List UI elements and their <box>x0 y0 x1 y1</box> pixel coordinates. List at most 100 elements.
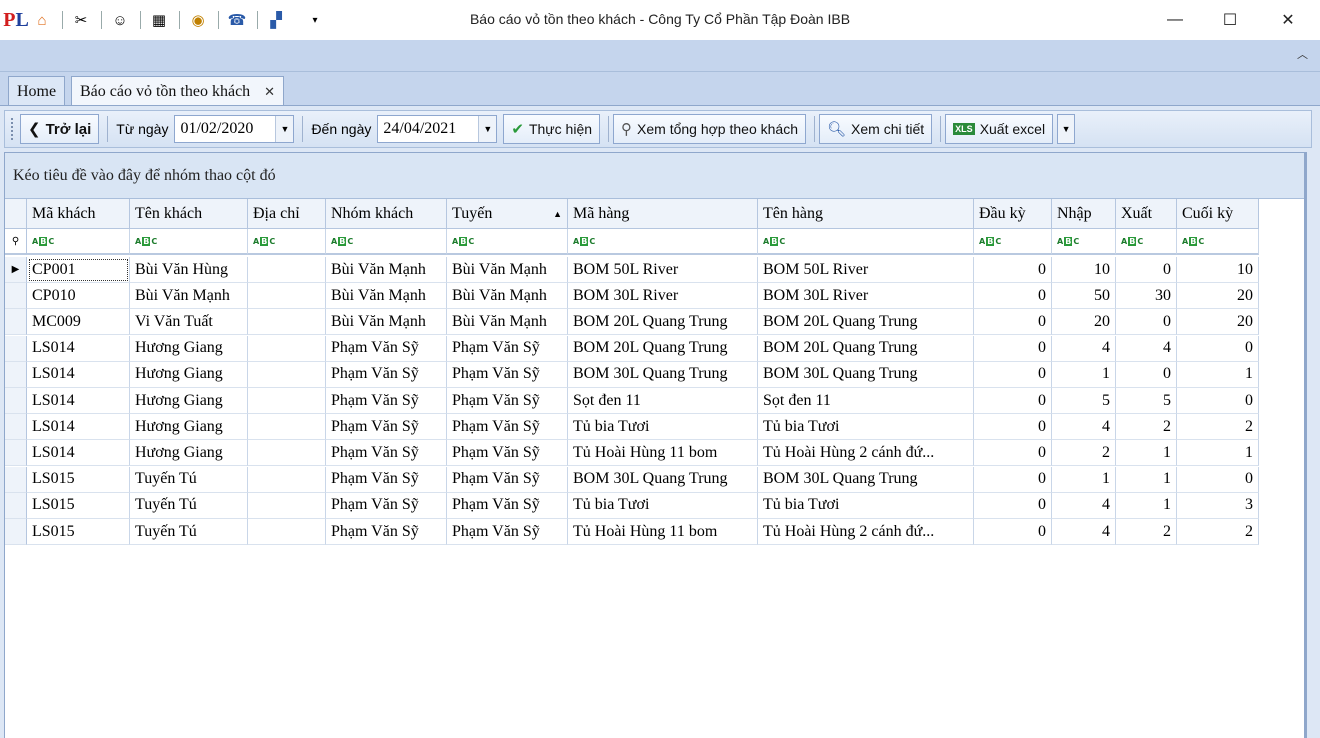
table-cell[interactable]: Sọt đen 11 <box>568 388 758 414</box>
table-cell[interactable]: LS014 <box>27 361 130 388</box>
table-cell[interactable]: Bùi Văn Mạnh <box>447 309 568 336</box>
table-row[interactable]: LS014 Hương Giang Phạm Văn Sỹ Phạm Văn Sỹ Tủ… <box>5 440 1259 467</box>
table-cell[interactable]: Bùi Văn Mạnh <box>447 283 568 310</box>
column-header[interactable]: Đầu kỳ <box>974 199 1052 229</box>
table-cell[interactable]: Tuyến Tú <box>130 466 248 493</box>
table-cell[interactable]: Phạm Văn Sỹ <box>447 492 568 519</box>
close-button[interactable]: ✕ <box>1259 0 1317 40</box>
table-cell[interactable]: 2 <box>1116 519 1177 545</box>
filter-cell[interactable]: ABC <box>758 229 974 255</box>
table-cell[interactable]: CP001 <box>27 257 130 283</box>
table-cell[interactable]: 0 <box>1177 335 1259 362</box>
table-row[interactable]: LS015 Tuyến Tú Phạm Văn Sỹ Phạm Văn Sỹ BOM 3… <box>5 466 1259 493</box>
table-cell[interactable] <box>248 466 326 493</box>
table-cell[interactable]: 0 <box>974 440 1052 467</box>
table-cell[interactable]: 30 <box>1116 283 1177 310</box>
table-cell[interactable]: BOM 30L River <box>568 283 758 310</box>
table-cell[interactable]: BOM 30L Quang Trung <box>758 361 974 388</box>
chevron-down-icon[interactable]: ▼ <box>478 116 497 142</box>
table-cell[interactable]: Phạm Văn Sỹ <box>447 335 568 362</box>
filter-cell[interactable]: ABC <box>568 229 758 255</box>
row-indicator[interactable] <box>5 492 27 519</box>
table-cell[interactable]: 3 <box>1177 492 1259 519</box>
filter-cell[interactable]: ABC <box>248 229 326 255</box>
table-cell[interactable]: 10 <box>1177 257 1259 283</box>
table-cell[interactable]: Hương Giang <box>130 414 248 441</box>
table-cell[interactable]: 5 <box>1052 388 1116 414</box>
toolbar-grip[interactable] <box>11 118 14 140</box>
table-cell[interactable]: Phạm Văn Sỹ <box>326 414 447 441</box>
table-cell[interactable]: Phạm Văn Sỹ <box>447 466 568 493</box>
table-cell[interactable]: BOM 50L River <box>758 257 974 283</box>
table-cell[interactable]: 1 <box>1177 361 1259 388</box>
from-date-input[interactable]: 01/02/2020 ▼ <box>174 115 295 143</box>
column-header[interactable]: Địa chỉ <box>248 199 326 229</box>
filter-cell[interactable]: ABC <box>326 229 447 255</box>
table-row[interactable]: LS014 Hương Giang Phạm Văn Sỹ Phạm Văn Sỹ Tủ… <box>5 414 1259 441</box>
filter-cell[interactable]: ABC <box>1052 229 1116 255</box>
table-cell[interactable]: 2 <box>1116 414 1177 441</box>
table-cell[interactable]: 4 <box>1116 335 1177 362</box>
row-indicator[interactable] <box>5 335 27 362</box>
table-cell[interactable]: 0 <box>974 466 1052 493</box>
table-cell[interactable]: Phạm Văn Sỹ <box>326 361 447 388</box>
table-cell[interactable]: Tủ Hoài Hùng 2 cánh đứ... <box>758 440 974 467</box>
table-cell[interactable]: 4 <box>1052 492 1116 519</box>
table-row[interactable]: LS014 Hương Giang Phạm Văn Sỹ Phạm Văn Sỹ BO… <box>5 361 1259 388</box>
table-cell[interactable]: Tủ bia Tươi <box>758 414 974 441</box>
table-cell[interactable]: 1 <box>1116 492 1177 519</box>
table-cell[interactable]: Bùi Văn Mạnh <box>326 283 447 310</box>
table-cell[interactable]: Tủ Hoài Hùng 2 cánh đứ... <box>758 519 974 545</box>
row-indicator[interactable] <box>5 283 27 310</box>
table-cell[interactable]: Bùi Văn Mạnh <box>130 283 248 310</box>
table-cell[interactable]: LS015 <box>27 519 130 545</box>
table-cell[interactable]: 0 <box>1177 388 1259 414</box>
filter-cell[interactable]: ABC <box>447 229 568 255</box>
row-indicator[interactable] <box>5 361 27 388</box>
column-header[interactable]: Cuối kỳ <box>1177 199 1259 229</box>
table-cell[interactable]: 0 <box>974 283 1052 310</box>
row-indicator[interactable] <box>5 309 27 336</box>
table-row[interactable]: ▶ CP001 Bùi Văn Hùng Bùi Văn Mạnh Bùi Văn Mạ… <box>5 257 1259 283</box>
table-cell[interactable]: Phạm Văn Sỹ <box>326 440 447 467</box>
table-cell[interactable]: BOM 30L Quang Trung <box>568 466 758 493</box>
table-row[interactable]: CP010 Bùi Văn Mạnh Bùi Văn Mạnh Bùi Văn Mạn… <box>5 283 1259 310</box>
table-cell[interactable]: Hương Giang <box>130 388 248 414</box>
table-cell[interactable]: Phạm Văn Sỹ <box>326 519 447 545</box>
table-cell[interactable] <box>248 309 326 336</box>
table-cell[interactable]: BOM 30L Quang Trung <box>758 466 974 493</box>
row-indicator[interactable] <box>5 388 27 414</box>
table-row[interactable]: LS014 Hương Giang Phạm Văn Sỹ Phạm Văn Sỹ BO… <box>5 335 1259 362</box>
chevron-up-icon[interactable]: ︿ <box>1297 46 1308 62</box>
row-indicator[interactable] <box>5 440 27 467</box>
table-cell[interactable]: 0 <box>974 388 1052 414</box>
table-cell[interactable]: Tủ Hoài Hùng 11 bom <box>568 519 758 545</box>
table-cell[interactable]: 2 <box>1177 414 1259 441</box>
table-cell[interactable]: 20 <box>1052 309 1116 336</box>
tab-bao-cao-vo-ton[interactable]: Báo cáo vỏ tồn theo khách ✕ <box>71 76 285 107</box>
table-cell[interactable] <box>248 388 326 414</box>
table-cell[interactable]: BOM 30L Quang Trung <box>568 361 758 388</box>
table-cell[interactable]: Hương Giang <box>130 335 248 362</box>
table-cell[interactable]: Tủ bia Tươi <box>568 414 758 441</box>
row-indicator[interactable] <box>5 466 27 493</box>
table-cell[interactable]: 0 <box>974 519 1052 545</box>
column-header[interactable]: Nhóm khách <box>326 199 447 229</box>
row-indicator[interactable] <box>5 519 27 545</box>
table-cell[interactable]: 0 <box>1116 257 1177 283</box>
detail-button[interactable]: 🔍︎ Xem chi tiết <box>818 114 933 144</box>
table-cell[interactable]: LS014 <box>27 414 130 441</box>
table-cell[interactable]: 1 <box>1052 361 1116 388</box>
table-cell[interactable]: 5 <box>1116 388 1177 414</box>
table-cell[interactable]: Tủ Hoài Hùng 11 bom <box>568 440 758 467</box>
export-excel-button[interactable]: XLS Xuất excel <box>945 114 1054 144</box>
table-cell[interactable]: Phạm Văn Sỹ <box>326 466 447 493</box>
table-cell[interactable]: 0 <box>974 361 1052 388</box>
table-cell[interactable]: 4 <box>1052 414 1116 441</box>
table-cell[interactable]: BOM 20L Quang Trung <box>568 335 758 362</box>
filter-cell[interactable]: ABC <box>1177 229 1259 255</box>
toolbar-more-dropdown[interactable]: ▼ <box>1057 114 1076 144</box>
table-cell[interactable]: MC009 <box>27 309 130 336</box>
table-cell[interactable]: BOM 30L River <box>758 283 974 310</box>
tab-home[interactable]: Home <box>8 76 66 106</box>
